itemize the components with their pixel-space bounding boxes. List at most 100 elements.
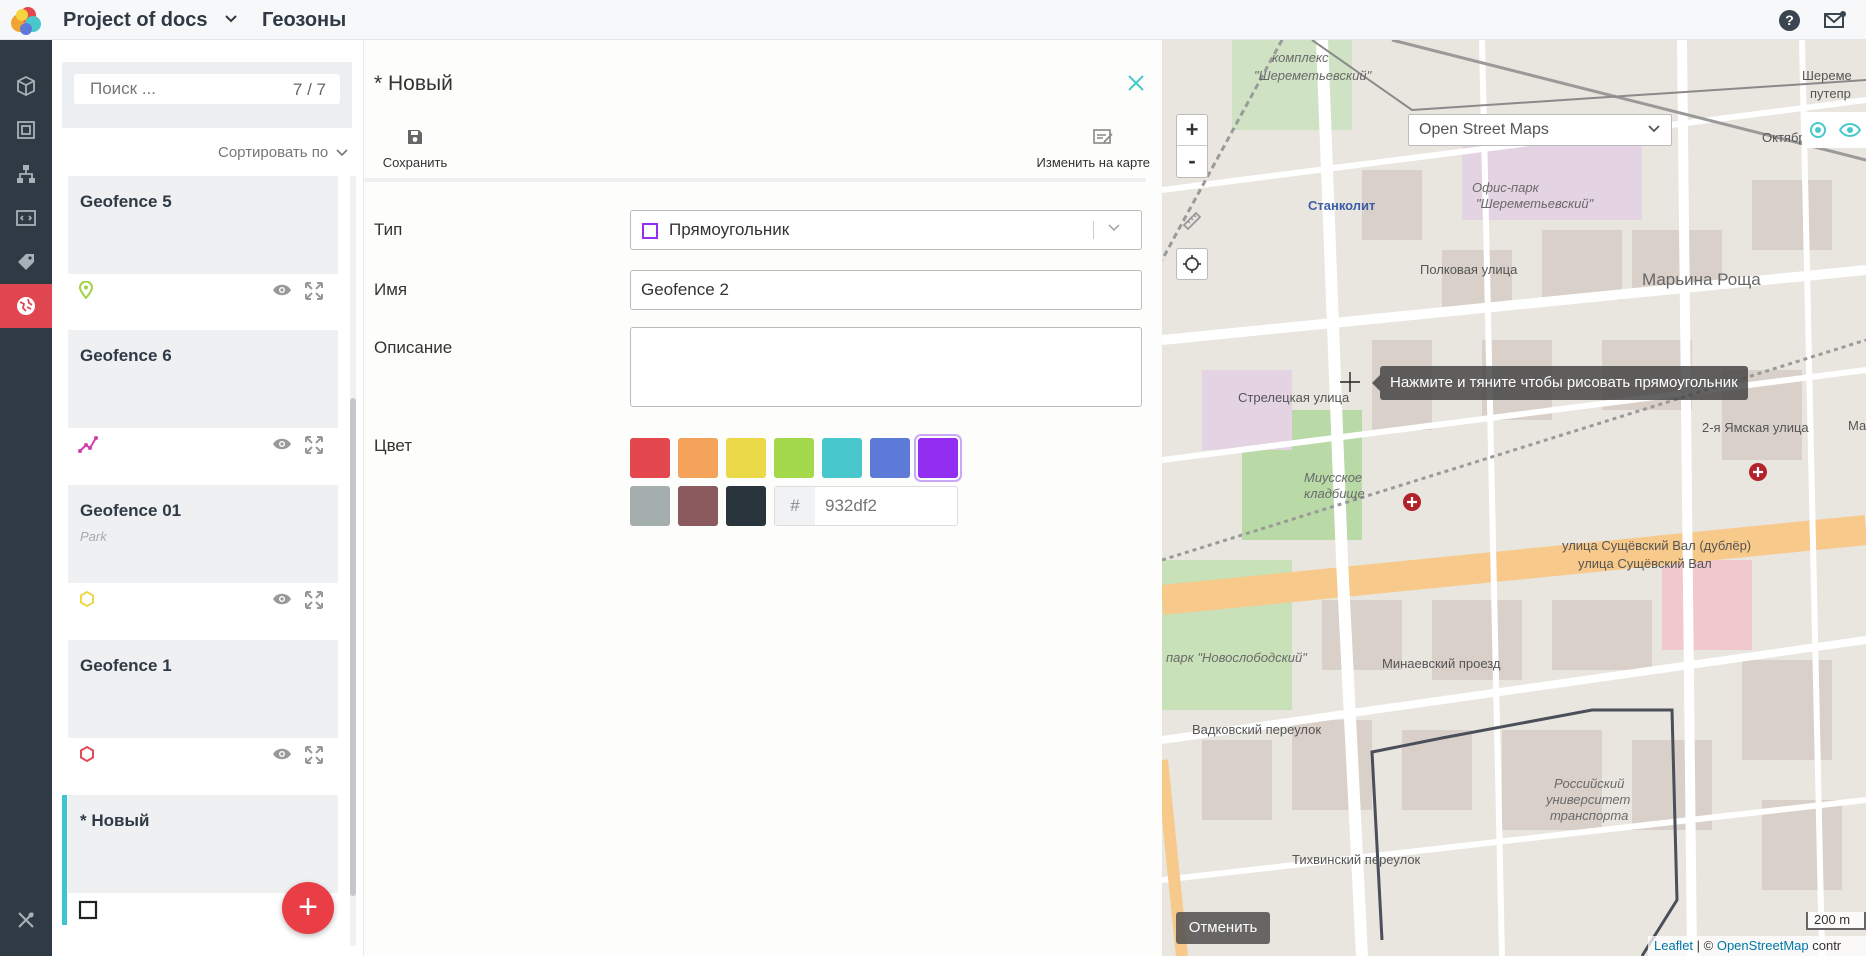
map-visibility-buttons [1802,112,1866,148]
geofence-card[interactable]: Geofence 1 [68,640,338,770]
rail-item-frames[interactable] [0,108,52,152]
type-value: Прямоугольник [669,220,790,239]
map-label: "Шереметьевский" [1476,196,1594,211]
rail-item-code[interactable] [0,196,52,240]
map-label: Вадковский переулок [1192,722,1322,737]
rail-item-tools[interactable] [0,898,52,942]
geofence-description: Park [80,529,107,544]
locate-icon [1183,255,1201,273]
geofence-name: Geofence 6 [80,346,172,365]
description-textarea[interactable] [630,327,1142,407]
fit-bounds-icon[interactable] [304,435,324,455]
color-swatch[interactable] [918,438,958,478]
type-select[interactable]: Прямоугольник [630,210,1142,250]
attribution-tail: contr [1808,938,1842,953]
color-swatch[interactable] [678,438,718,478]
color-label: Цвет [374,436,413,455]
rail-item-geofences[interactable] [0,284,52,328]
map-label: парк "Новослободский" [1166,650,1307,665]
rectangle-icon [642,223,658,239]
geofence-name: * Новый [80,811,150,830]
color-swatch[interactable] [630,486,670,526]
ruler-icon [1182,211,1202,231]
rectangle-icon [78,900,98,920]
add-geofence-button[interactable]: + [282,882,334,934]
map-label: Ма [1848,418,1866,433]
type-label: Тип [374,220,403,239]
fit-bounds-icon[interactable] [304,281,324,301]
name-label: Имя [374,280,408,299]
hexagon-icon [80,745,94,763]
target-icon[interactable] [1808,120,1828,140]
attribution-separator: | © [1693,938,1717,953]
fit-bounds-icon[interactable] [304,590,324,610]
eye-icon[interactable] [272,283,292,297]
map-label: Офис-парк [1472,180,1539,195]
list-scrollbar-thumb[interactable] [350,398,356,896]
cancel-drawing-button[interactable]: Отменить [1176,912,1270,944]
eye-icon[interactable] [1838,122,1861,138]
card-footer [68,738,338,770]
mail-icon[interactable] [1824,11,1846,29]
rail-item-objects[interactable] [0,64,52,108]
chevron-down-icon[interactable] [224,14,238,24]
search-input[interactable] [74,74,284,104]
color-swatch[interactable] [630,438,670,478]
color-swatch[interactable] [870,438,910,478]
sort-by-label: Сортировать по [218,144,329,161]
rail-item-tags[interactable] [0,240,52,284]
app-logo-icon[interactable] [6,5,46,37]
zoom-out-button[interactable]: - [1177,146,1207,177]
edit-on-map-button[interactable]: Изменить на карте [1026,128,1150,170]
ruler-tool[interactable] [1176,196,1208,246]
map-label: улица Сущёвский Вал [1578,556,1712,571]
osm-link[interactable]: OpenStreetMap [1717,938,1809,953]
map-tiles [1162,40,1866,956]
leaflet-link[interactable]: Leaflet [1654,938,1693,953]
locate-button[interactable] [1176,248,1208,280]
color-swatch[interactable] [726,486,766,526]
map-label: 2-я Ямская улица [1702,420,1809,435]
color-swatch[interactable] [774,438,814,478]
color-swatch[interactable] [822,438,862,478]
geofence-globe-icon [17,297,35,315]
map-layer-select[interactable]: Open Street Maps [1408,114,1672,146]
close-icon[interactable] [1127,74,1145,92]
map-view[interactable]: комплекс "Шереметьевский" Шереме путепр … [1162,40,1866,956]
name-input[interactable] [630,270,1142,310]
geofence-card[interactable]: Geofence 6 [68,330,338,460]
color-swatch[interactable] [678,486,718,526]
save-button[interactable]: Сохранить [382,128,448,170]
rail-item-hierarchy[interactable] [0,152,52,196]
map-scale: 200 m [1806,912,1866,930]
editor-title: * Новый [374,72,453,95]
zoom-in-button[interactable]: + [1177,115,1207,146]
map-label: транспорта [1550,808,1629,823]
fit-bounds-icon[interactable] [304,745,324,765]
map-label: Полковая улица [1420,262,1518,277]
tag-icon [18,254,34,270]
geofence-editor: * Новый Сохранить Изменить на карте Тип … [364,40,1162,956]
geofence-name: Geofence 5 [80,192,172,211]
sort-by-dropdown[interactable]: Сортировать по [218,144,349,161]
map-label: путепр [1810,86,1851,101]
help-icon[interactable]: ? [1779,10,1800,31]
select-separator [1093,221,1094,239]
geofence-card[interactable]: Geofence 5 [68,176,338,306]
tools-icon [18,912,34,928]
edit-map-icon [1093,129,1113,144]
hexagon-icon [80,590,94,608]
eye-icon[interactable] [272,747,292,761]
color-swatch[interactable] [726,438,766,478]
card-footer [68,583,338,615]
hex-color-input[interactable] [819,487,955,525]
project-title[interactable]: Project of docs [63,9,207,32]
geofence-card[interactable]: Geofence 01 Park [68,485,338,615]
geofence-list: Geofence 5 Geofence 6 Geofence 01 Park G… [62,176,352,956]
eye-icon[interactable] [272,592,292,606]
eye-icon[interactable] [272,437,292,451]
cube-icon [17,76,35,96]
card-footer [68,274,338,306]
code-icon [16,210,36,226]
hex-color-box: # [774,486,958,526]
